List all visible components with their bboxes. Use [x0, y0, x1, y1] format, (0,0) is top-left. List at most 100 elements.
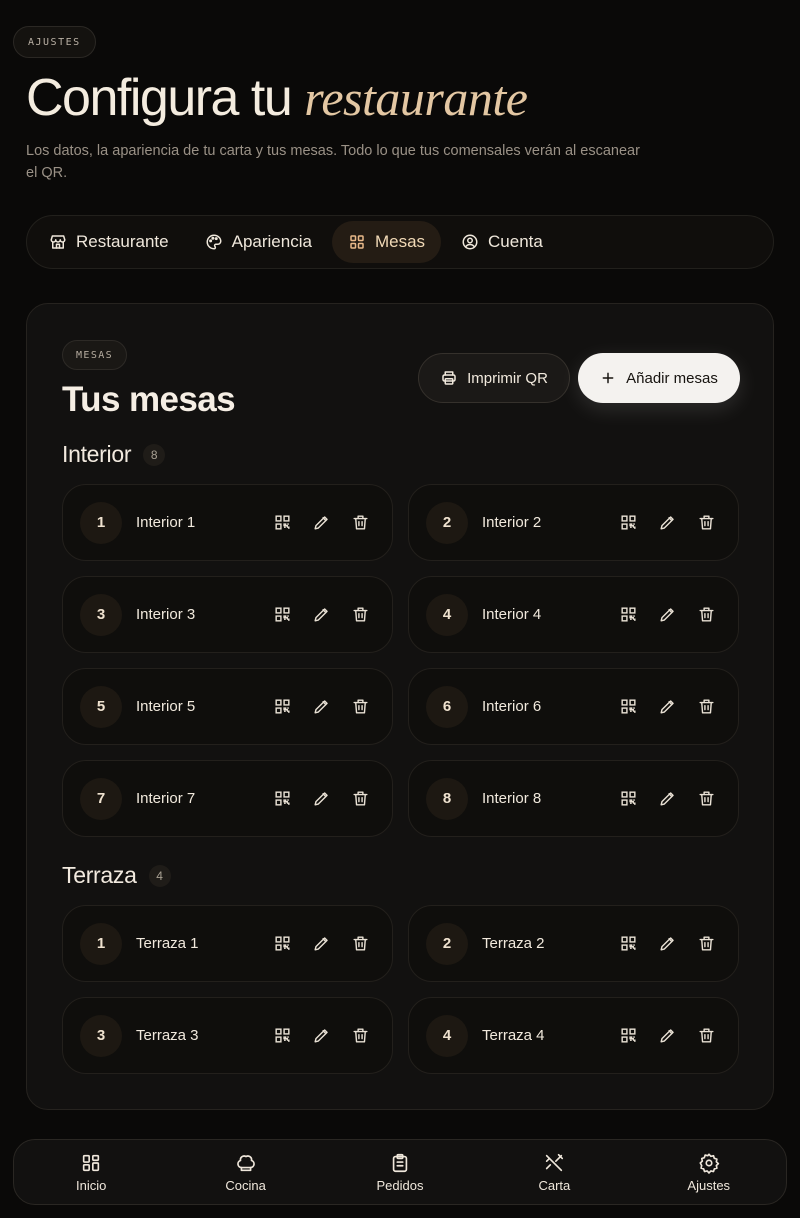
table-number: 1 — [80, 501, 122, 544]
nav-item-ajustes[interactable]: Ajustes — [649, 1152, 769, 1193]
table-card[interactable]: 4 Terraza 4 — [408, 997, 739, 1074]
table-name: Interior 6 — [482, 698, 542, 715]
section-count-badge: 4 — [148, 864, 171, 887]
trash-icon[interactable] — [697, 789, 716, 808]
palette-icon — [206, 234, 222, 250]
plus-icon — [602, 372, 614, 384]
table-name: Interior 5 — [136, 698, 196, 715]
table-card[interactable]: 6 Interior 6 — [408, 668, 739, 745]
trash-icon[interactable] — [351, 697, 370, 716]
table-name: Terraza 2 — [482, 935, 545, 952]
table-grid-interior: 1 Interior 1 2 Interior 2 3 Interior 3 4 Interi… — [62, 484, 739, 837]
table-actions — [273, 906, 370, 981]
page-subtitle: Los datos, la apariencia de tu carta y t… — [26, 143, 640, 181]
qr-code-icon[interactable] — [619, 934, 638, 953]
bottom-nav: Inicio Cocina Pedidos Carta Ajustes — [13, 1139, 787, 1205]
edit-pencil-icon[interactable] — [312, 1026, 331, 1045]
table-name: Interior 2 — [482, 514, 542, 531]
grid-icon — [350, 235, 364, 249]
nav-label: Pedidos — [376, 1177, 424, 1193]
qr-code-icon[interactable] — [619, 605, 638, 624]
qr-code-icon[interactable] — [273, 697, 292, 716]
trash-icon[interactable] — [351, 934, 370, 953]
qr-code-icon[interactable] — [273, 513, 292, 532]
qr-code-icon[interactable] — [619, 1026, 638, 1045]
nav-item-pedidos[interactable]: Pedidos — [340, 1152, 460, 1193]
settings-tabs: Restaurante Apariencia Mesas Cuenta — [26, 215, 774, 269]
table-number: 6 — [426, 685, 468, 728]
trash-icon[interactable] — [697, 605, 716, 624]
table-card[interactable]: 8 Interior 8 — [408, 760, 739, 837]
table-name: Terraza 3 — [136, 1027, 199, 1044]
table-number: 4 — [426, 1014, 468, 1057]
nav-label: Ajustes — [687, 1177, 731, 1193]
trash-icon[interactable] — [697, 1026, 716, 1045]
table-card[interactable]: 5 Interior 5 — [62, 668, 393, 745]
table-card[interactable]: 2 Interior 2 — [408, 484, 739, 561]
table-actions — [273, 485, 370, 560]
tab-restaurante[interactable]: Restaurante — [33, 221, 185, 263]
trash-icon[interactable] — [697, 934, 716, 953]
table-number: 2 — [426, 922, 468, 965]
table-actions — [619, 669, 716, 744]
table-card[interactable]: 4 Interior 4 — [408, 576, 739, 653]
edit-pencil-icon[interactable] — [312, 605, 331, 624]
qr-code-icon[interactable] — [273, 1026, 292, 1045]
table-name: Terraza 4 — [482, 1027, 545, 1044]
trash-icon[interactable] — [351, 1026, 370, 1045]
edit-pencil-icon[interactable] — [312, 789, 331, 808]
nav-item-cocina[interactable]: Cocina — [186, 1152, 306, 1193]
table-name: Terraza 1 — [136, 935, 199, 952]
trash-icon[interactable] — [351, 513, 370, 532]
tab-mesas[interactable]: Mesas — [331, 221, 442, 263]
add-tables-button[interactable]: Añadir mesas — [578, 353, 740, 403]
edit-pencil-icon[interactable] — [658, 1026, 677, 1045]
table-actions — [619, 906, 716, 981]
table-actions — [619, 577, 716, 652]
table-card[interactable]: 3 Terraza 3 — [62, 997, 393, 1074]
tab-apariencia[interactable]: Apariencia — [189, 221, 328, 263]
edit-pencil-icon[interactable] — [312, 513, 331, 532]
tab-cuenta[interactable]: Cuenta — [445, 221, 559, 263]
qr-code-icon[interactable] — [273, 789, 292, 808]
page-title-main: Configura tu — [26, 69, 293, 127]
table-number: 3 — [80, 593, 122, 636]
edit-pencil-icon[interactable] — [658, 934, 677, 953]
table-card[interactable]: 7 Interior 7 — [62, 760, 393, 837]
table-card[interactable]: 1 Terraza 1 — [62, 905, 393, 982]
edit-pencil-icon[interactable] — [658, 513, 677, 532]
chef-hat-icon — [236, 1154, 255, 1171]
nav-item-inicio[interactable]: Inicio — [31, 1152, 151, 1193]
table-card[interactable]: 2 Terraza 2 — [408, 905, 739, 982]
panel-eyebrow: MESAS — [62, 340, 128, 370]
nav-item-carta[interactable]: Carta — [494, 1152, 614, 1193]
page-eyebrow: AJUSTES — [13, 26, 96, 58]
trash-icon[interactable] — [351, 789, 370, 808]
nav-label: Carta — [538, 1177, 571, 1193]
table-card[interactable]: 3 Interior 3 — [62, 576, 393, 653]
section-name: Terraza — [62, 862, 137, 888]
print-qr-label: Imprimir QR — [467, 369, 548, 387]
tab-cuenta-label: Cuenta — [488, 232, 543, 251]
nav-label: Inicio — [76, 1177, 107, 1193]
table-card[interactable]: 1 Interior 1 — [62, 484, 393, 561]
edit-pencil-icon[interactable] — [312, 934, 331, 953]
edit-pencil-icon[interactable] — [658, 789, 677, 808]
table-number: 3 — [80, 1014, 122, 1057]
edit-pencil-icon[interactable] — [658, 697, 677, 716]
qr-code-icon[interactable] — [619, 697, 638, 716]
qr-code-icon[interactable] — [273, 934, 292, 953]
edit-pencil-icon[interactable] — [312, 697, 331, 716]
trash-icon[interactable] — [697, 513, 716, 532]
nav-label: Cocina — [225, 1177, 266, 1193]
edit-pencil-icon[interactable] — [658, 605, 677, 624]
table-number: 2 — [426, 501, 468, 544]
print-qr-button[interactable]: Imprimir QR — [418, 353, 570, 403]
qr-code-icon[interactable] — [619, 513, 638, 532]
qr-code-icon[interactable] — [273, 605, 292, 624]
trash-icon[interactable] — [351, 605, 370, 624]
section-name: Interior — [62, 441, 132, 467]
trash-icon[interactable] — [697, 697, 716, 716]
table-name: Interior 7 — [136, 790, 196, 807]
qr-code-icon[interactable] — [619, 789, 638, 808]
